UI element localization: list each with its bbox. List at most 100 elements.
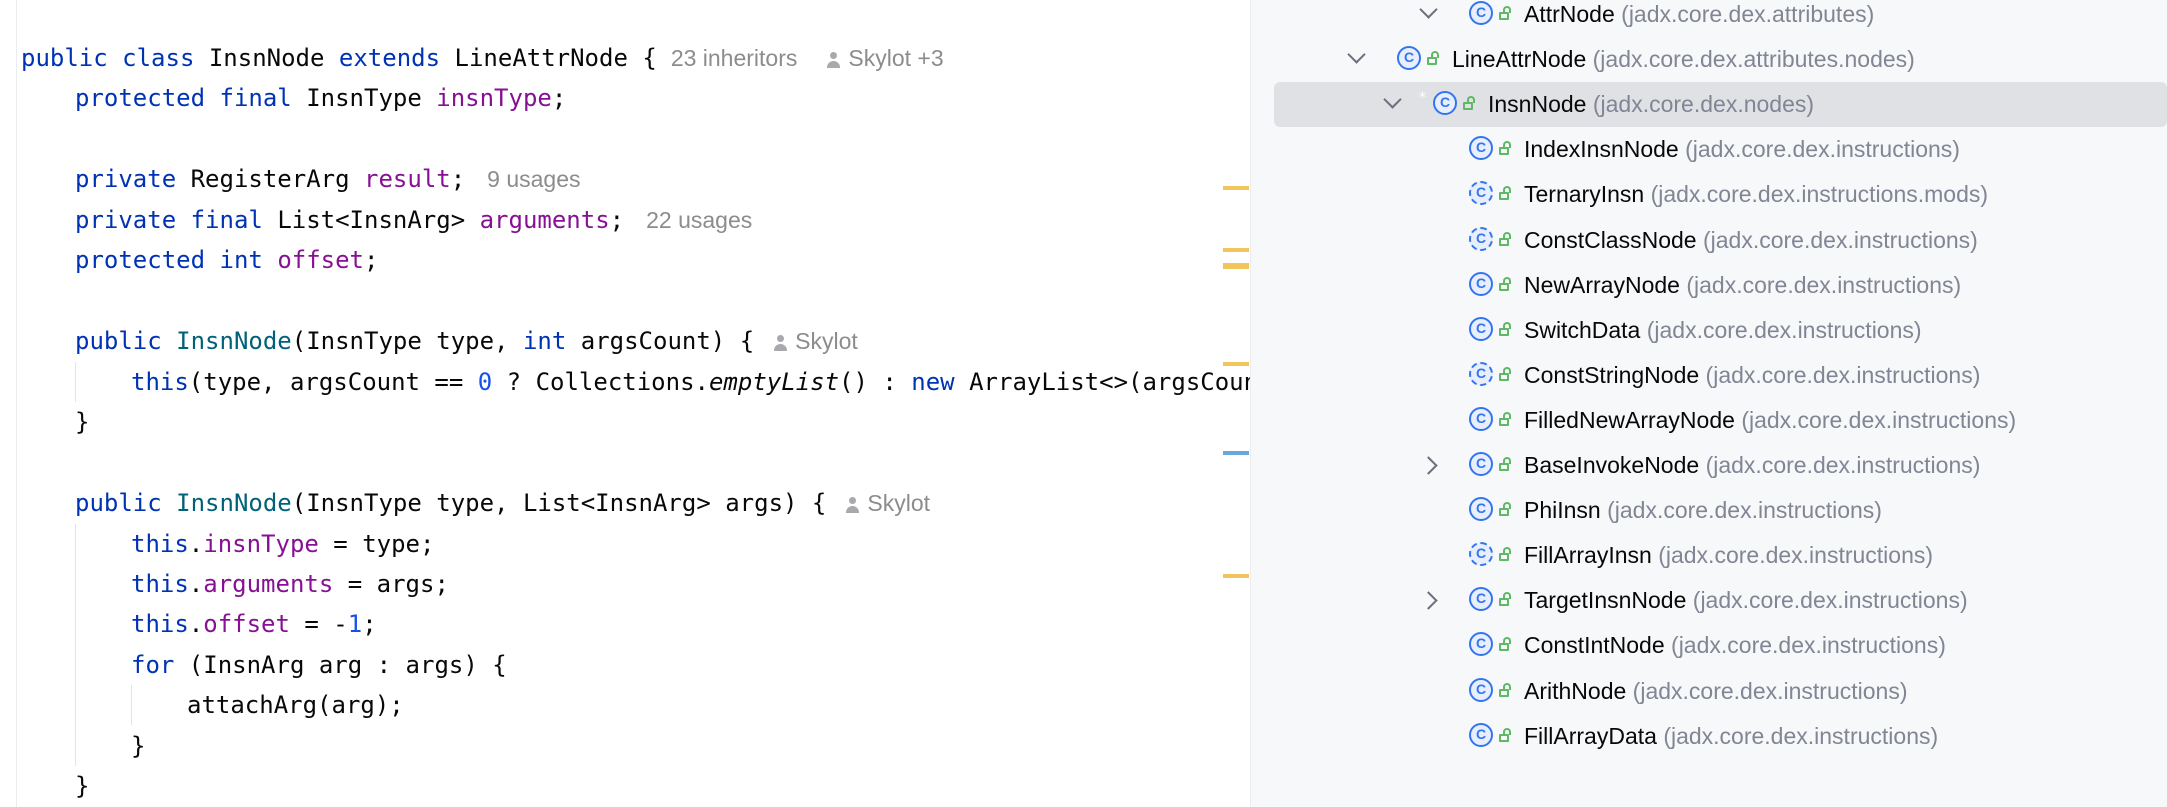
package-name: (jadx.core.dex.instructions) — [1658, 542, 1934, 568]
public-lock-icon — [1499, 277, 1513, 292]
keyword: final — [190, 206, 263, 234]
keyword: int — [522, 327, 567, 355]
code-text: = args; — [333, 570, 449, 598]
code-editor[interactable]: public class InsnNode extends LineAttrNo… — [0, 0, 1250, 807]
code-line-ctor2-assign-arguments[interactable]: this.arguments = args; — [131, 564, 449, 604]
warning-marker[interactable] — [1223, 362, 1249, 366]
author-hint[interactable]: Skylot — [846, 490, 930, 516]
keyword: this — [131, 530, 189, 558]
code-line-ctor2-signature[interactable]: public InsnNode(InsnType type, List<Insn… — [75, 483, 930, 523]
code-line-class-decl[interactable]: public class InsnNode extends LineAttrNo… — [21, 38, 944, 78]
number-literal: 0 — [477, 368, 493, 396]
warning-marker[interactable] — [1223, 248, 1249, 252]
package-name: (jadx.core.dex.instructions) — [1632, 678, 1908, 704]
code-line-ctor1-body[interactable]: this(type, argsCount == 0 ? Collections.… — [131, 362, 1250, 402]
warning-marker[interactable] — [1223, 574, 1249, 578]
tree-node[interactable]: ArithNode (jadx.core.dex.instructions) — [1251, 669, 2167, 714]
constructor-name[interactable]: InsnNode — [176, 489, 292, 517]
class-icon — [1469, 452, 1493, 476]
semicolon: ; — [450, 165, 466, 193]
keyword: extends — [338, 44, 441, 72]
code-line-field-insntype[interactable]: protected final InsnType insnType; — [75, 78, 566, 118]
code-line-ctor1-signature[interactable]: public InsnNode(InsnType type, int argsC… — [75, 321, 858, 361]
class-name: ArithNode — [1524, 678, 1627, 704]
code-line-ctor2-assign-offset[interactable]: this.offset = -1; — [131, 604, 377, 644]
public-lock-icon — [1499, 322, 1513, 337]
tree-node[interactable]: FillArrayInsn (jadx.core.dex.instruction… — [1251, 533, 2167, 578]
code-text: attachArg(arg); — [187, 691, 404, 719]
tree-node-label: ConstStringNode (jadx.core.dex.instructi… — [1524, 353, 1980, 398]
class-icon — [1469, 542, 1493, 566]
code-text: ? Collections. — [492, 368, 709, 396]
class-name[interactable]: InsnNode — [209, 44, 325, 72]
tree-node[interactable]: TernaryInsn (jadx.core.dex.instructions.… — [1251, 172, 2167, 217]
class-name: FillArrayInsn — [1524, 542, 1652, 568]
package-name: (jadx.core.dex.instructions) — [1646, 317, 1922, 343]
class-icon — [1469, 497, 1493, 521]
code-text: ArrayList<>(argsCount) — [969, 368, 1250, 396]
keyword: private — [75, 206, 177, 234]
code-line-for-loop[interactable]: for (InsnArg arg : args) { — [131, 645, 507, 685]
public-lock-icon — [1499, 502, 1513, 517]
tree-node[interactable]: AttrNode (jadx.core.dex.attributes) — [1251, 0, 2167, 37]
tree-node[interactable]: IndexInsnNode (jadx.core.dex.instruction… — [1251, 127, 2167, 172]
tree-node[interactable]: LineAttrNode (jadx.core.dex.attributes.n… — [1251, 37, 2167, 82]
chevron-down-icon[interactable] — [1347, 45, 1366, 64]
code-line-ctor2-close[interactable]: } — [75, 766, 89, 806]
brace: } — [75, 408, 90, 436]
keyword: public — [21, 44, 108, 72]
tree-node[interactable]: FillArrayData (jadx.core.dex.instruction… — [1251, 714, 2167, 759]
user-icon — [846, 496, 860, 513]
indent-guide — [75, 362, 76, 402]
package-name: (jadx.core.dex.instructions) — [1671, 632, 1946, 658]
class-name: FillArrayData — [1524, 723, 1657, 749]
tree-node[interactable]: FilledNewArrayNode (jadx.core.dex.instru… — [1251, 398, 2167, 443]
indent-guide — [131, 685, 132, 725]
code-line-field-result[interactable]: private RegisterArg result; 9 usages — [75, 159, 581, 199]
tree-node[interactable]: * InsnNode (jadx.core.dex.nodes) — [1251, 82, 2167, 127]
author-hint[interactable]: Skylot +3 — [827, 45, 944, 71]
tree-node[interactable]: TargetInsnNode (jadx.core.dex.instructio… — [1251, 578, 2167, 623]
warning-marker[interactable] — [1223, 186, 1249, 190]
info-marker[interactable] — [1223, 451, 1249, 455]
public-lock-icon — [1499, 186, 1513, 201]
chevron-down-icon[interactable] — [1419, 0, 1438, 19]
inheritors-hint[interactable]: 23 inheritors — [671, 45, 798, 71]
user-icon — [774, 334, 788, 351]
keyword: this — [131, 368, 189, 396]
chevron-right-icon[interactable] — [1419, 591, 1438, 610]
code-line-for-close[interactable]: } — [131, 726, 145, 766]
warning-marker[interactable] — [1223, 263, 1249, 269]
code-line-field-arguments[interactable]: private final List<InsnArg> arguments; 22… — [75, 200, 752, 240]
tree-node-label: IndexInsnNode (jadx.core.dex.instruction… — [1524, 127, 1960, 172]
tree-node[interactable]: ConstClassNode (jadx.core.dex.instructio… — [1251, 218, 2167, 263]
keyword: class — [122, 44, 195, 72]
code-line-field-offset[interactable]: protected int offset; — [75, 240, 378, 280]
code-line-ctor1-close[interactable]: } — [75, 402, 89, 442]
code-line-attach-arg[interactable]: attachArg(arg); — [187, 685, 404, 725]
usages-hint[interactable]: 22 usages — [646, 207, 752, 233]
public-lock-icon — [1499, 683, 1513, 698]
params: argsCount) { — [566, 327, 755, 355]
author-hint[interactable]: Skylot — [774, 328, 858, 354]
keyword: public — [75, 489, 162, 517]
constructor-name[interactable]: InsnNode — [176, 327, 292, 355]
code-line-ctor2-assign-insntype[interactable]: this.insnType = type; — [131, 524, 434, 564]
tree-node[interactable]: ConstIntNode (jadx.core.dex.instructions… — [1251, 623, 2167, 668]
package-name: (jadx.core.dex.instructions) — [1686, 272, 1962, 298]
class-name: InsnNode — [1488, 91, 1587, 117]
parent-class-name[interactable]: LineAttrNode — [455, 44, 628, 72]
package-name: (jadx.core.dex.attributes) — [1621, 1, 1875, 27]
tree-node[interactable]: PhiInsn (jadx.core.dex.instructions) — [1251, 488, 2167, 533]
brace: } — [75, 772, 90, 800]
tree-node[interactable]: SwitchData (jadx.core.dex.instructions) — [1251, 308, 2167, 353]
tree-node[interactable]: BaseInvokeNode (jadx.core.dex.instructio… — [1251, 443, 2167, 488]
tree-node[interactable]: ConstStringNode (jadx.core.dex.instructi… — [1251, 353, 2167, 398]
tree-node-label: FillArrayData (jadx.core.dex.instruction… — [1524, 714, 1938, 759]
type-hierarchy-tree[interactable]: AttrNode (jadx.core.dex.attributes)LineA… — [1251, 0, 2167, 807]
public-lock-icon — [1499, 457, 1513, 472]
chevron-right-icon[interactable] — [1419, 456, 1438, 475]
usages-hint[interactable]: 9 usages — [487, 166, 580, 192]
tree-node[interactable]: NewArrayNode (jadx.core.dex.instructions… — [1251, 263, 2167, 308]
field-name: result — [364, 165, 451, 193]
